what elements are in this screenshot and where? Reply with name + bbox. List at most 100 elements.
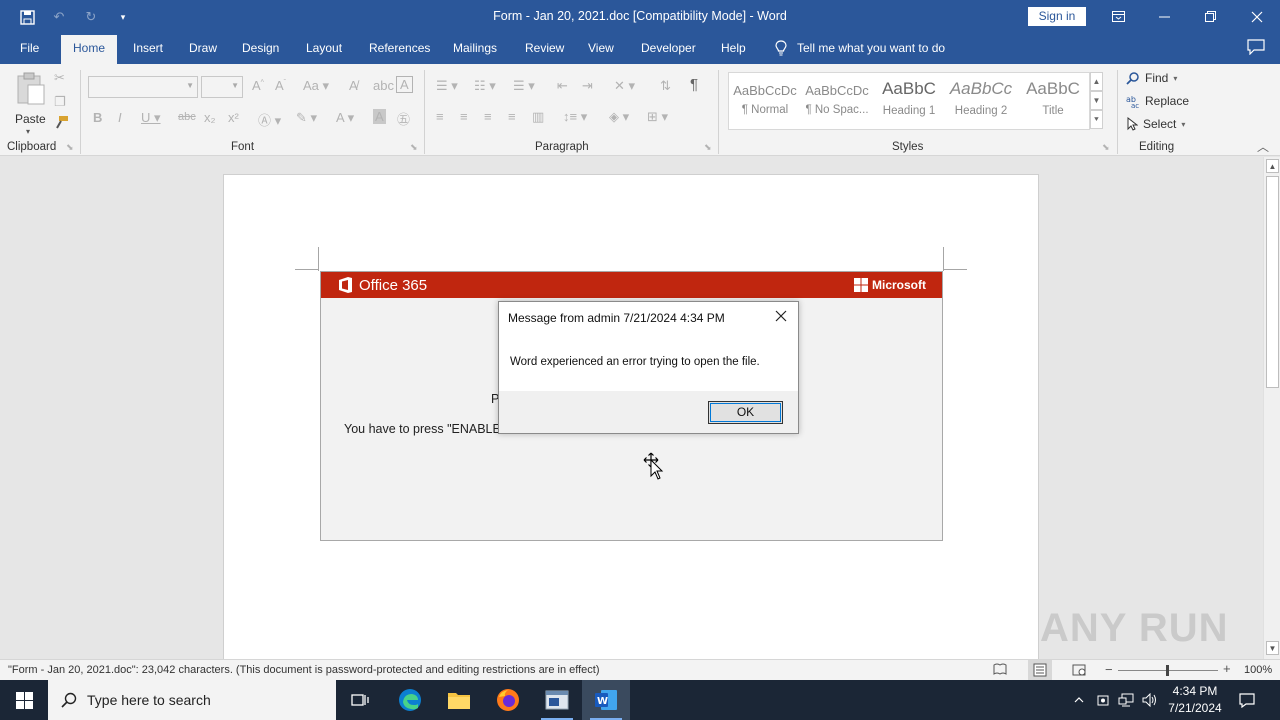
collapse-ribbon-icon[interactable]: ︿ [1257,138,1269,155]
tab-insert[interactable]: Insert [133,41,163,55]
select-button[interactable]: Select ▾ [1126,117,1185,131]
font-color-icon[interactable]: A ▾ [336,110,354,126]
scrollbar-thumb[interactable] [1266,176,1279,388]
format-painter-icon[interactable] [54,115,69,132]
ribbon-display-options-icon[interactable] [1095,0,1141,33]
tab-file[interactable]: File [20,41,39,55]
taskbar-search-box[interactable]: Type here to search [48,680,336,720]
word-taskbar-icon[interactable]: W [582,680,630,720]
character-shading-icon[interactable]: A [373,109,386,124]
font-launcher-icon[interactable]: ⬊ [410,142,418,153]
restore-icon[interactable] [1187,0,1233,33]
read-mode-icon[interactable] [993,663,1007,678]
ok-button[interactable]: OK [708,401,783,424]
italic-icon[interactable]: I [118,110,122,125]
tab-layout[interactable]: Layout [306,41,342,55]
paste-button[interactable]: Paste ▾ [12,70,48,138]
asian-layout-icon[interactable]: ✕ ▾ [614,78,635,94]
shrink-font-icon[interactable]: Aˇ [275,78,286,93]
center-icon[interactable]: ≡ [460,109,468,124]
tab-mailings[interactable]: Mailings [453,41,497,55]
strikethrough-icon[interactable]: abc [178,111,196,123]
styles-scroll-down-icon[interactable]: ▼ [1090,91,1103,110]
tab-draw[interactable]: Draw [189,41,217,55]
edge-icon[interactable] [386,680,434,720]
replace-button[interactable]: ab ac Replace [1126,94,1189,108]
minimize-icon[interactable] [1141,0,1187,33]
system-clock[interactable]: 4:34 PM 7/21/2024 [1160,683,1230,717]
styles-more-icon[interactable]: ⯆ [1090,110,1103,129]
styles-scroll-up-icon[interactable]: ▲ [1090,72,1103,91]
style-heading-1[interactable]: AaBbC Heading 1 [875,75,943,127]
tab-home[interactable]: Home [61,35,118,64]
sort-icon[interactable]: ⇅ [660,78,671,94]
character-border-icon[interactable]: A [396,76,413,93]
style-title[interactable]: AaBbC Title [1019,75,1087,127]
bold-icon[interactable]: B [93,110,102,125]
zoom-slider[interactable] [1118,665,1218,676]
phonetic-guide-icon[interactable]: abc [373,78,394,93]
vertical-scrollbar[interactable]: ▲ ▼ [1263,157,1280,659]
superscript-icon[interactable]: x² [228,110,239,125]
comments-icon[interactable] [1247,39,1265,55]
borders-icon[interactable]: ⊞ ▾ [647,109,668,125]
network-icon[interactable] [1115,680,1137,720]
font-name-combo[interactable]: ▼ [88,76,198,98]
cut-icon[interactable]: ✂ [54,70,65,86]
tab-design[interactable]: Design [242,41,279,55]
file-explorer-icon[interactable] [435,680,483,720]
tab-references[interactable]: References [369,41,430,55]
notifications-icon[interactable] [1234,680,1260,720]
clipboard-launcher-icon[interactable]: ⬊ [66,142,74,153]
shading-icon[interactable]: ◈ ▾ [609,109,629,125]
start-button[interactable] [0,680,48,720]
distributed-icon[interactable]: ▥ [532,109,544,125]
copy-icon[interactable]: ❐ [54,94,66,110]
show-hidden-icons-icon[interactable] [1068,680,1090,720]
multilevel-list-icon[interactable]: ☰ ▾ [513,78,535,94]
firefox-icon[interactable] [484,680,532,720]
find-button[interactable]: Find ▾ [1126,71,1177,85]
bullets-icon[interactable]: ☰ ▾ [436,78,458,94]
style-no-spacing[interactable]: AaBbCcDc ¶ No Spac... [803,75,871,127]
zoom-slider-handle[interactable] [1166,665,1169,676]
style-normal[interactable]: AaBbCcDc ¶ Normal [731,75,799,127]
security-tray-icon[interactable] [1092,680,1114,720]
grow-font-icon[interactable]: A^ [252,78,264,93]
justify-icon[interactable]: ≡ [508,109,516,124]
align-left-icon[interactable]: ≡ [436,109,444,124]
styles-launcher-icon[interactable]: ⬊ [1102,142,1110,153]
clear-formatting-icon[interactable]: A̸ [349,78,358,93]
text-effects-icon[interactable]: Ⓐ ▾ [258,110,281,129]
task-view-icon[interactable] [336,680,384,720]
print-layout-icon[interactable] [1028,660,1052,680]
dialog-close-icon[interactable] [770,306,792,326]
increase-indent-icon[interactable]: ⇥ [582,78,593,94]
align-right-icon[interactable]: ≡ [484,109,492,124]
zoom-level[interactable]: 100% [1244,664,1272,676]
tab-view[interactable]: View [588,41,614,55]
enclose-characters-icon[interactable]: ㊄ [397,109,410,128]
highlight-color-icon[interactable]: ✎ ▾ [296,110,317,126]
tab-help[interactable]: Help [721,41,746,55]
paragraph-launcher-icon[interactable]: ⬊ [704,142,712,153]
decrease-indent-icon[interactable]: ⇤ [557,78,568,94]
font-size-combo[interactable]: ▼ [201,76,243,98]
numbering-icon[interactable]: ☷ ▾ [474,78,496,94]
web-layout-icon[interactable] [1072,663,1086,680]
sign-in-button[interactable]: Sign in [1028,7,1086,26]
subscript-icon[interactable]: x₂ [204,110,216,125]
tab-developer[interactable]: Developer [641,41,696,55]
volume-icon[interactable] [1139,680,1161,720]
tab-review[interactable]: Review [525,41,564,55]
zoom-out-icon[interactable]: − [1105,662,1113,677]
zoom-in-icon[interactable]: + [1223,661,1231,676]
show-formatting-marks-icon[interactable]: ¶ [690,76,698,93]
tell-me-search[interactable]: Tell me what you want to do [775,40,945,56]
line-spacing-icon[interactable]: ↕≡ ▾ [563,109,587,125]
scroll-down-icon[interactable]: ▼ [1266,641,1279,655]
taskbar-app-window-icon[interactable] [533,680,581,720]
close-window-icon[interactable] [1234,0,1280,33]
scroll-up-icon[interactable]: ▲ [1266,159,1279,173]
style-heading-2[interactable]: AaBbCc Heading 2 [947,75,1015,127]
